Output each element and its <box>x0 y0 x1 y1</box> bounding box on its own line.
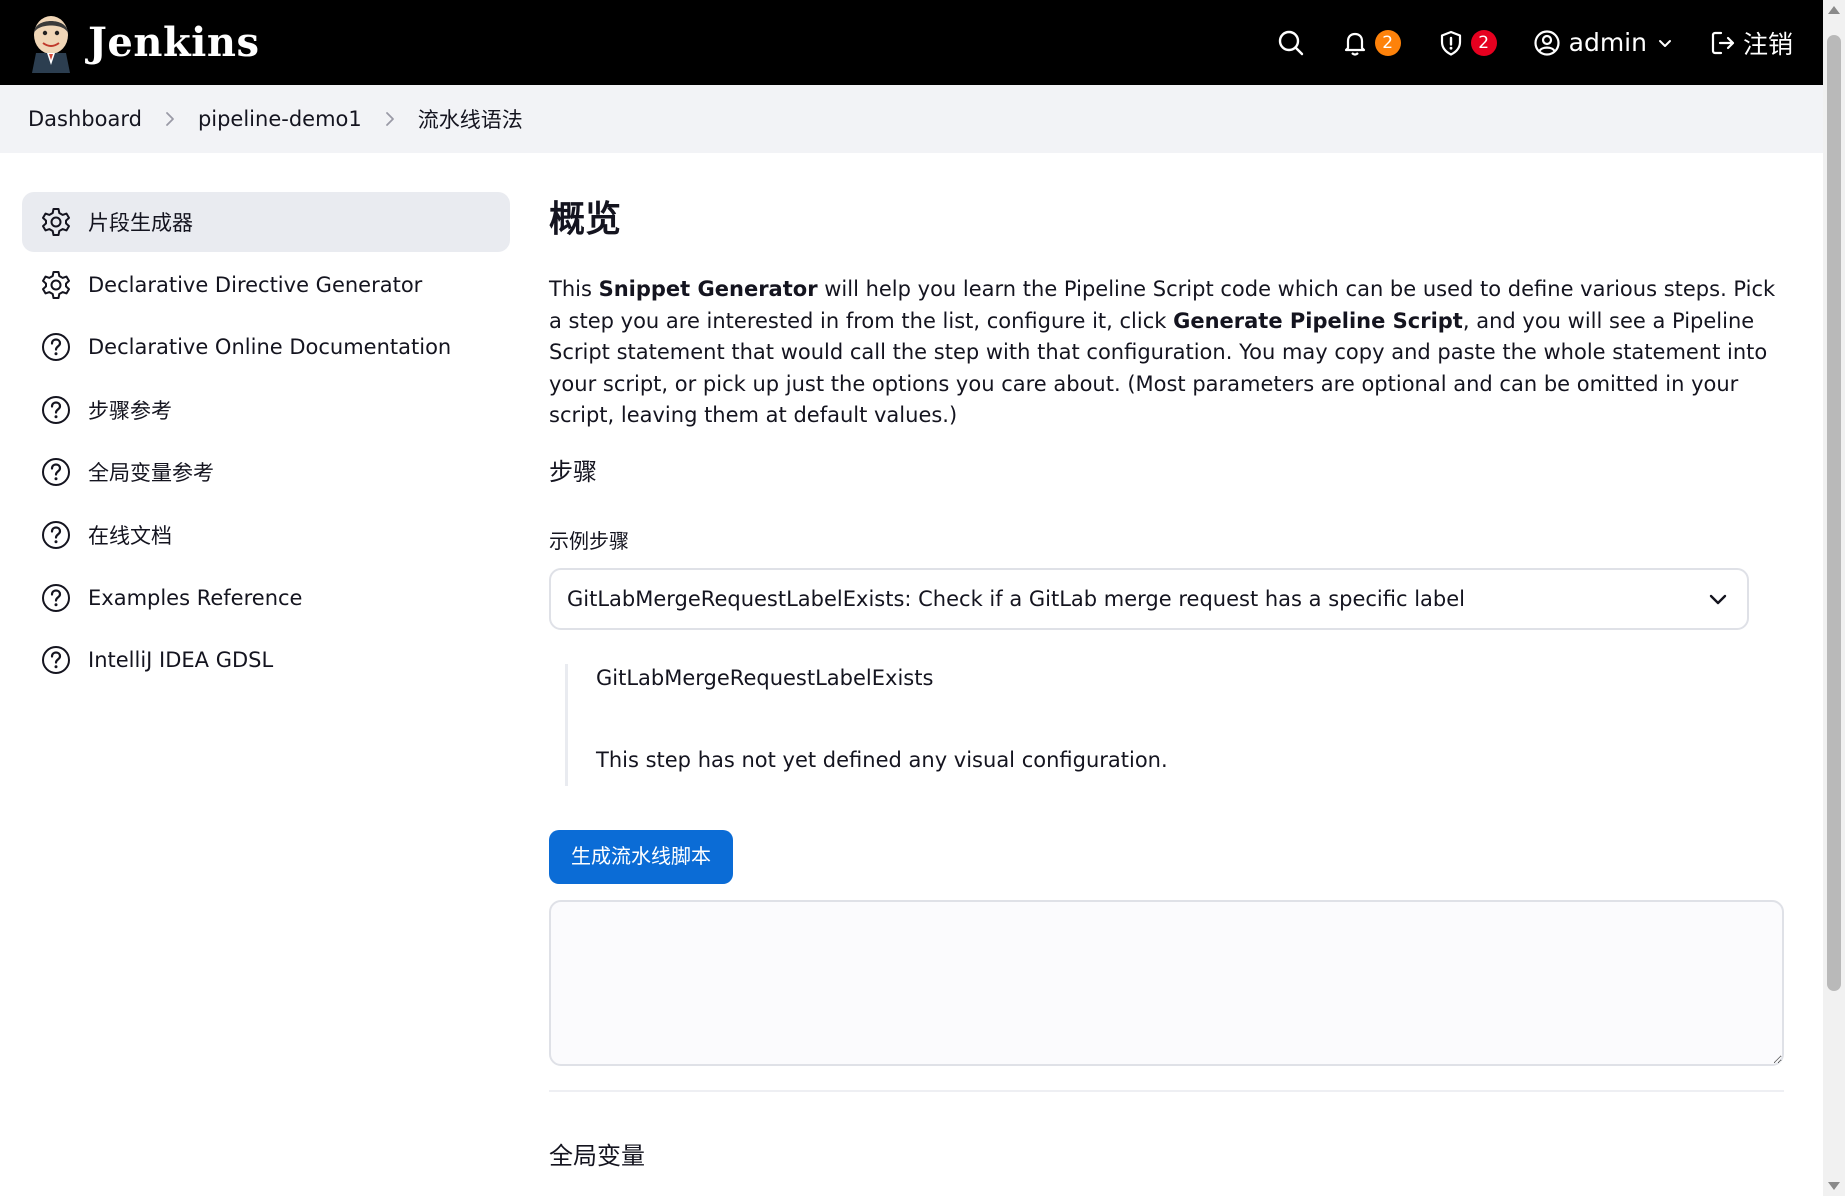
sample-step-select[interactable]: GitLabMergeRequestLabelExists: Check if … <box>549 567 1749 630</box>
shield-icon <box>1440 30 1461 56</box>
intro-text: This Snippet Generator will help you lea… <box>549 274 1784 432</box>
brand-link[interactable]: Jenkins <box>28 13 259 73</box>
intro-text-part: This <box>549 277 599 301</box>
jenkins-logo-icon <box>32 15 70 73</box>
logout-label: 注销 <box>1742 29 1793 59</box>
help-icon <box>40 456 72 488</box>
breadcrumb-separator-icon <box>164 111 176 127</box>
sidebar-item-intellij-gdsl[interactable]: IntelliJ IDEA GDSL <box>22 630 510 690</box>
gear-icon <box>40 269 72 301</box>
logout-button[interactable]: 注销 <box>1709 25 1793 61</box>
sidebar-item-global-variables-reference[interactable]: 全局变量参考 <box>22 442 510 502</box>
sidebar-item-label: 在线文档 <box>88 523 172 548</box>
sidebar-item-label: Examples Reference <box>88 585 303 610</box>
header-actions: 2 2 admin 注销 <box>1241 0 1793 85</box>
notifications-badge: 2 <box>1374 29 1401 56</box>
sidebar-item-label: Declarative Online Documentation <box>88 335 452 360</box>
help-icon <box>40 519 72 551</box>
sidebar-item-label: 片段生成器 <box>88 211 193 235</box>
sample-step-label: 示例步骤 <box>549 528 629 553</box>
step-name: GitLabMergeRequestLabelExists <box>596 665 934 690</box>
scroll-down-arrow-icon[interactable] <box>1828 1182 1840 1190</box>
top-header: Jenkins 2 2 admin 注销 <box>0 0 1823 85</box>
intro-bold-snippet-generator: Snippet Generator <box>598 277 818 301</box>
intro-bold-generate-script: Generate Pipeline Script <box>1173 308 1463 333</box>
help-icon <box>40 331 72 363</box>
user-icon <box>1534 29 1560 56</box>
breadcrumb-pipeline[interactable]: pipeline-demo1 <box>198 107 362 131</box>
sidebar-item-examples-reference[interactable]: Examples Reference <box>22 568 510 628</box>
scroll-thumb[interactable] <box>1827 35 1841 991</box>
sidebar-item-snippet-generator[interactable]: 片段生成器 <box>22 192 510 252</box>
sidebar-item-label: 全局变量参考 <box>88 461 214 486</box>
divider <box>549 1089 1784 1092</box>
security-button[interactable]: 2 <box>1437 29 1497 57</box>
sidebar-item-steps-reference[interactable]: 步骤参考 <box>22 380 510 440</box>
main-content: 概览 This Snippet Generator will help you … <box>549 190 1784 1171</box>
sidebar-item-label: 步骤参考 <box>88 398 172 423</box>
step-config-note: This step has not yet defined any visual… <box>596 747 1168 772</box>
logout-icon <box>1711 31 1735 54</box>
brand-name: Jenkins <box>88 19 260 66</box>
script-output-textarea[interactable] <box>549 899 1784 1066</box>
search-button[interactable] <box>1277 29 1305 57</box>
global-variables-heading: 全局变量 <box>549 1141 645 1170</box>
search-icon <box>1278 30 1303 55</box>
sidebar-item-online-docs[interactable]: 在线文档 <box>22 505 510 565</box>
sidebar: 片段生成器 Declarative Directive Generator De… <box>22 192 510 693</box>
scroll-up-arrow-icon[interactable] <box>1828 6 1840 14</box>
security-badge: 2 <box>1470 29 1497 56</box>
chevron-down-icon <box>1658 39 1671 47</box>
user-menu[interactable]: admin <box>1533 28 1673 57</box>
selected-step-value: GitLabMergeRequestLabelExists: Check if … <box>567 586 1465 611</box>
help-icon <box>40 394 72 426</box>
page-scrollbar[interactable] <box>1823 0 1845 1196</box>
gear-icon <box>40 206 72 238</box>
page-title: 概览 <box>549 199 622 240</box>
steps-heading: 步骤 <box>549 457 597 486</box>
help-icon <box>40 644 72 676</box>
sidebar-item-declarative-directive-generator[interactable]: Declarative Directive Generator <box>22 255 510 315</box>
sidebar-item-label: IntelliJ IDEA GDSL <box>88 648 274 673</box>
breadcrumb-separator-icon <box>384 111 396 127</box>
breadcrumb-pipeline-syntax[interactable]: 流水线语法 <box>418 104 523 134</box>
chevron-down-icon <box>1709 594 1727 604</box>
sidebar-item-declarative-online-docs[interactable]: Declarative Online Documentation <box>22 317 510 377</box>
notifications-button[interactable]: 2 <box>1341 29 1401 57</box>
help-icon <box>40 582 72 614</box>
sidebar-item-label: Declarative Directive Generator <box>88 272 423 297</box>
user-name: admin <box>1568 28 1647 57</box>
generate-script-button[interactable]: 生成流水线脚本 <box>549 829 733 884</box>
breadcrumb: Dashboard pipeline-demo1 流水线语法 <box>0 85 1823 153</box>
step-config-panel: GitLabMergeRequestLabelExists This step … <box>565 663 1784 786</box>
breadcrumb-dashboard[interactable]: Dashboard <box>28 107 142 131</box>
bell-icon <box>1344 32 1365 56</box>
